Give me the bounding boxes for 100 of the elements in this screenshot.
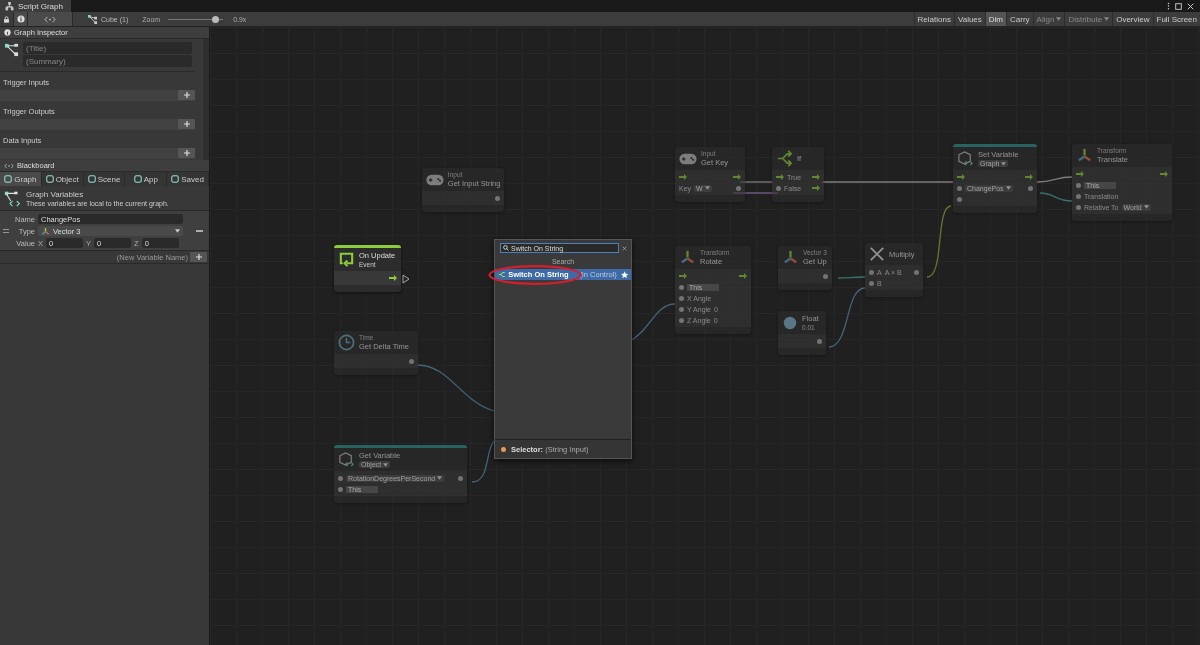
port-dot-icon[interactable] xyxy=(409,358,414,364)
caret-icon xyxy=(383,462,389,467)
gamepad-icon xyxy=(426,173,444,186)
branch-icon xyxy=(776,150,793,167)
axes-icon xyxy=(782,249,799,266)
code-brackets-icon xyxy=(4,162,14,169)
port-dot-icon[interactable] xyxy=(869,269,874,275)
connection-line xyxy=(837,276,866,279)
port-dot-icon[interactable] xyxy=(679,295,684,301)
port-dot-icon xyxy=(501,446,506,452)
lock-icon xyxy=(3,15,10,23)
toolbar-button[interactable]: Values xyxy=(953,12,985,26)
branch-icon xyxy=(498,270,507,279)
port-dot-icon[interactable] xyxy=(495,195,500,201)
multiply-icon xyxy=(869,246,885,262)
node-accent-bar xyxy=(334,245,401,248)
add-button[interactable] xyxy=(178,119,195,129)
summary-field[interactable]: (Summary) xyxy=(23,55,192,67)
maximize-icon[interactable] xyxy=(1175,2,1182,10)
flow-arrow-icon[interactable] xyxy=(1160,171,1168,177)
plus-icon xyxy=(183,121,190,127)
scope-tab[interactable]: Scene xyxy=(83,172,126,186)
caret-icon xyxy=(437,476,443,480)
cube-icon xyxy=(133,175,142,183)
close-icon[interactable] xyxy=(1187,2,1194,10)
cube-icon xyxy=(87,175,96,183)
port-dot-icon[interactable] xyxy=(957,196,962,202)
port-dot-icon[interactable] xyxy=(914,269,919,275)
port-dot-icon[interactable] xyxy=(776,185,781,191)
scope-tab[interactable]: Object xyxy=(41,172,84,186)
toolbar-button[interactable]: Overview xyxy=(1112,12,1153,26)
toolbar-button[interactable]: Relations xyxy=(913,12,954,26)
connection-line xyxy=(1036,176,1073,183)
scope-tab[interactable]: Graph xyxy=(0,172,42,186)
zoom-thumb[interactable] xyxy=(211,15,219,23)
window-tab[interactable]: Script Graph xyxy=(0,0,71,12)
cube-icon xyxy=(4,175,13,183)
info-button[interactable] xyxy=(14,12,28,26)
section-title: Graph Variables xyxy=(26,190,85,199)
flow-arrow-icon[interactable] xyxy=(1025,174,1033,180)
axes-icon xyxy=(679,249,696,266)
graph-icon xyxy=(4,42,19,57)
connection-line xyxy=(471,440,495,483)
menu-icon[interactable] xyxy=(1167,2,1170,10)
toolbar-button[interactable]: Dim xyxy=(984,12,1007,26)
add-button[interactable] xyxy=(178,148,195,158)
flow-arrow-icon[interactable] xyxy=(679,273,687,279)
connection-line xyxy=(1039,192,1073,202)
variable-icon xyxy=(957,150,974,167)
circle-icon xyxy=(782,314,798,331)
port-dot-icon[interactable] xyxy=(679,284,684,290)
add-button[interactable] xyxy=(178,90,195,100)
scope-tab[interactable]: App xyxy=(125,172,168,186)
port-dot-icon[interactable] xyxy=(458,475,463,481)
add-button[interactable] xyxy=(190,252,207,262)
connection-line xyxy=(828,287,866,348)
flow-arrow-icon[interactable] xyxy=(776,174,784,180)
cube-icon xyxy=(45,175,54,183)
scope-tab[interactable]: Saved xyxy=(167,172,209,186)
toolbar-button[interactable]: Carry xyxy=(1006,12,1033,26)
axes-icon xyxy=(1076,147,1093,164)
port-dot-icon[interactable] xyxy=(957,185,962,191)
port-dot-icon[interactable] xyxy=(1076,193,1081,199)
hierarchy-icon xyxy=(5,1,14,11)
port-dot-icon[interactable] xyxy=(736,185,741,191)
graph-icon xyxy=(88,14,97,24)
title-field[interactable]: (Title) xyxy=(23,42,192,54)
port-dot-icon[interactable] xyxy=(869,280,874,286)
search-icon xyxy=(503,245,509,251)
port-dot-icon[interactable] xyxy=(338,475,343,481)
flow-arrow-icon[interactable] xyxy=(1076,171,1084,177)
cube-icon xyxy=(171,175,180,183)
star-icon[interactable] xyxy=(620,270,628,279)
flow-arrow-icon[interactable] xyxy=(733,174,741,180)
flow-port-icon[interactable] xyxy=(402,274,410,284)
port-dot-icon[interactable] xyxy=(679,317,684,323)
caret-icon xyxy=(1056,17,1062,21)
toolbar-button[interactable]: Full Screen xyxy=(1152,12,1200,26)
gamepad-icon xyxy=(679,152,697,165)
window-title: Script Graph xyxy=(18,1,63,11)
flow-arrow-icon[interactable] xyxy=(739,273,747,279)
caret-icon xyxy=(1001,161,1007,166)
port-dot-icon[interactable] xyxy=(338,486,343,492)
port-dot-icon[interactable] xyxy=(1028,185,1033,191)
port-dot-icon[interactable] xyxy=(817,338,822,344)
port-dot-icon[interactable] xyxy=(1076,204,1081,210)
flow-arrow-icon[interactable] xyxy=(957,174,965,180)
port-dot-icon[interactable] xyxy=(679,306,684,312)
caret-icon xyxy=(175,229,180,233)
port-dot-icon[interactable] xyxy=(823,273,828,279)
port-dot-icon[interactable] xyxy=(1076,182,1081,188)
drag-handle-icon[interactable] xyxy=(3,229,9,233)
caret-icon xyxy=(704,186,710,190)
flow-arrow-icon[interactable] xyxy=(389,275,397,281)
caret-icon xyxy=(1143,205,1149,209)
axes-icon xyxy=(41,226,50,236)
flow-arrow-icon[interactable] xyxy=(679,174,687,180)
code-brackets-icon xyxy=(44,15,56,23)
caret-icon xyxy=(1005,186,1011,190)
clock-icon xyxy=(338,334,355,351)
